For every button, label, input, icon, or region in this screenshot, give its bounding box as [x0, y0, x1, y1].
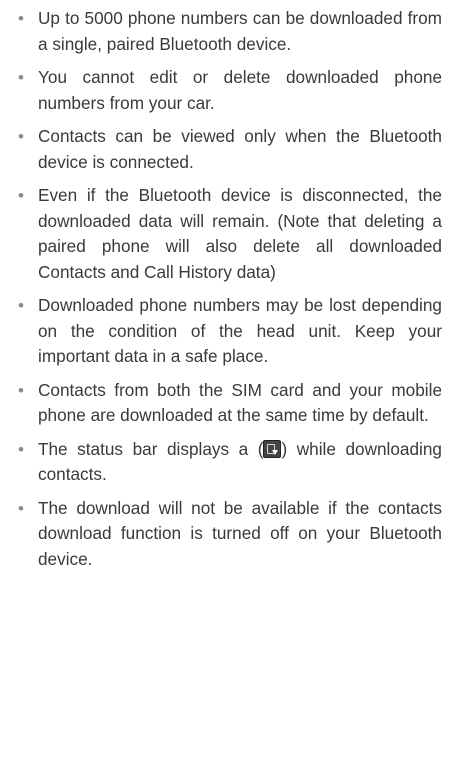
note-text: Downloaded phone numbers may be lost dep… [38, 295, 442, 366]
note-text: Up to 5000 phone numbers can be download… [38, 8, 442, 54]
bullet: • [18, 380, 24, 400]
bullet: • [18, 68, 24, 87]
list-item: • The download will not be available if … [16, 496, 442, 573]
bullet: • [18, 127, 24, 146]
list-item: • Even if the Bluetooth device is discon… [16, 183, 442, 285]
note-text-before-icon: The status bar displays a ( [38, 438, 264, 459]
notes-list: • Up to 5000 phone numbers can be downlo… [16, 6, 442, 572]
contacts-download-icon [263, 439, 282, 458]
note-text: The download will not be available if th… [38, 497, 442, 569]
bullet: • [18, 296, 24, 315]
bullet: • [18, 498, 24, 518]
list-item: • Downloaded phone numbers may be lost d… [16, 293, 442, 370]
list-item: • Up to 5000 phone numbers can be downlo… [16, 6, 442, 57]
list-item: • The status bar displays a () while dow… [16, 437, 442, 488]
list-item: • You cannot edit or delete downloaded p… [16, 65, 442, 116]
bullet: • [18, 439, 24, 459]
bullet: • [18, 186, 24, 205]
list-item: • Contacts from both the SIM card and yo… [16, 378, 442, 429]
manual-page: • Up to 5000 phone numbers can be downlo… [0, 0, 456, 762]
note-text: You cannot edit or delete downloaded pho… [38, 67, 442, 113]
note-text: Contacts from both the SIM card and your… [38, 379, 442, 426]
note-text: Contacts can be viewed only when the Blu… [38, 126, 442, 172]
list-item: • Contacts can be viewed only when the B… [16, 124, 442, 175]
bullet: • [18, 9, 24, 28]
note-text: Even if the Bluetooth device is disconne… [38, 185, 442, 282]
